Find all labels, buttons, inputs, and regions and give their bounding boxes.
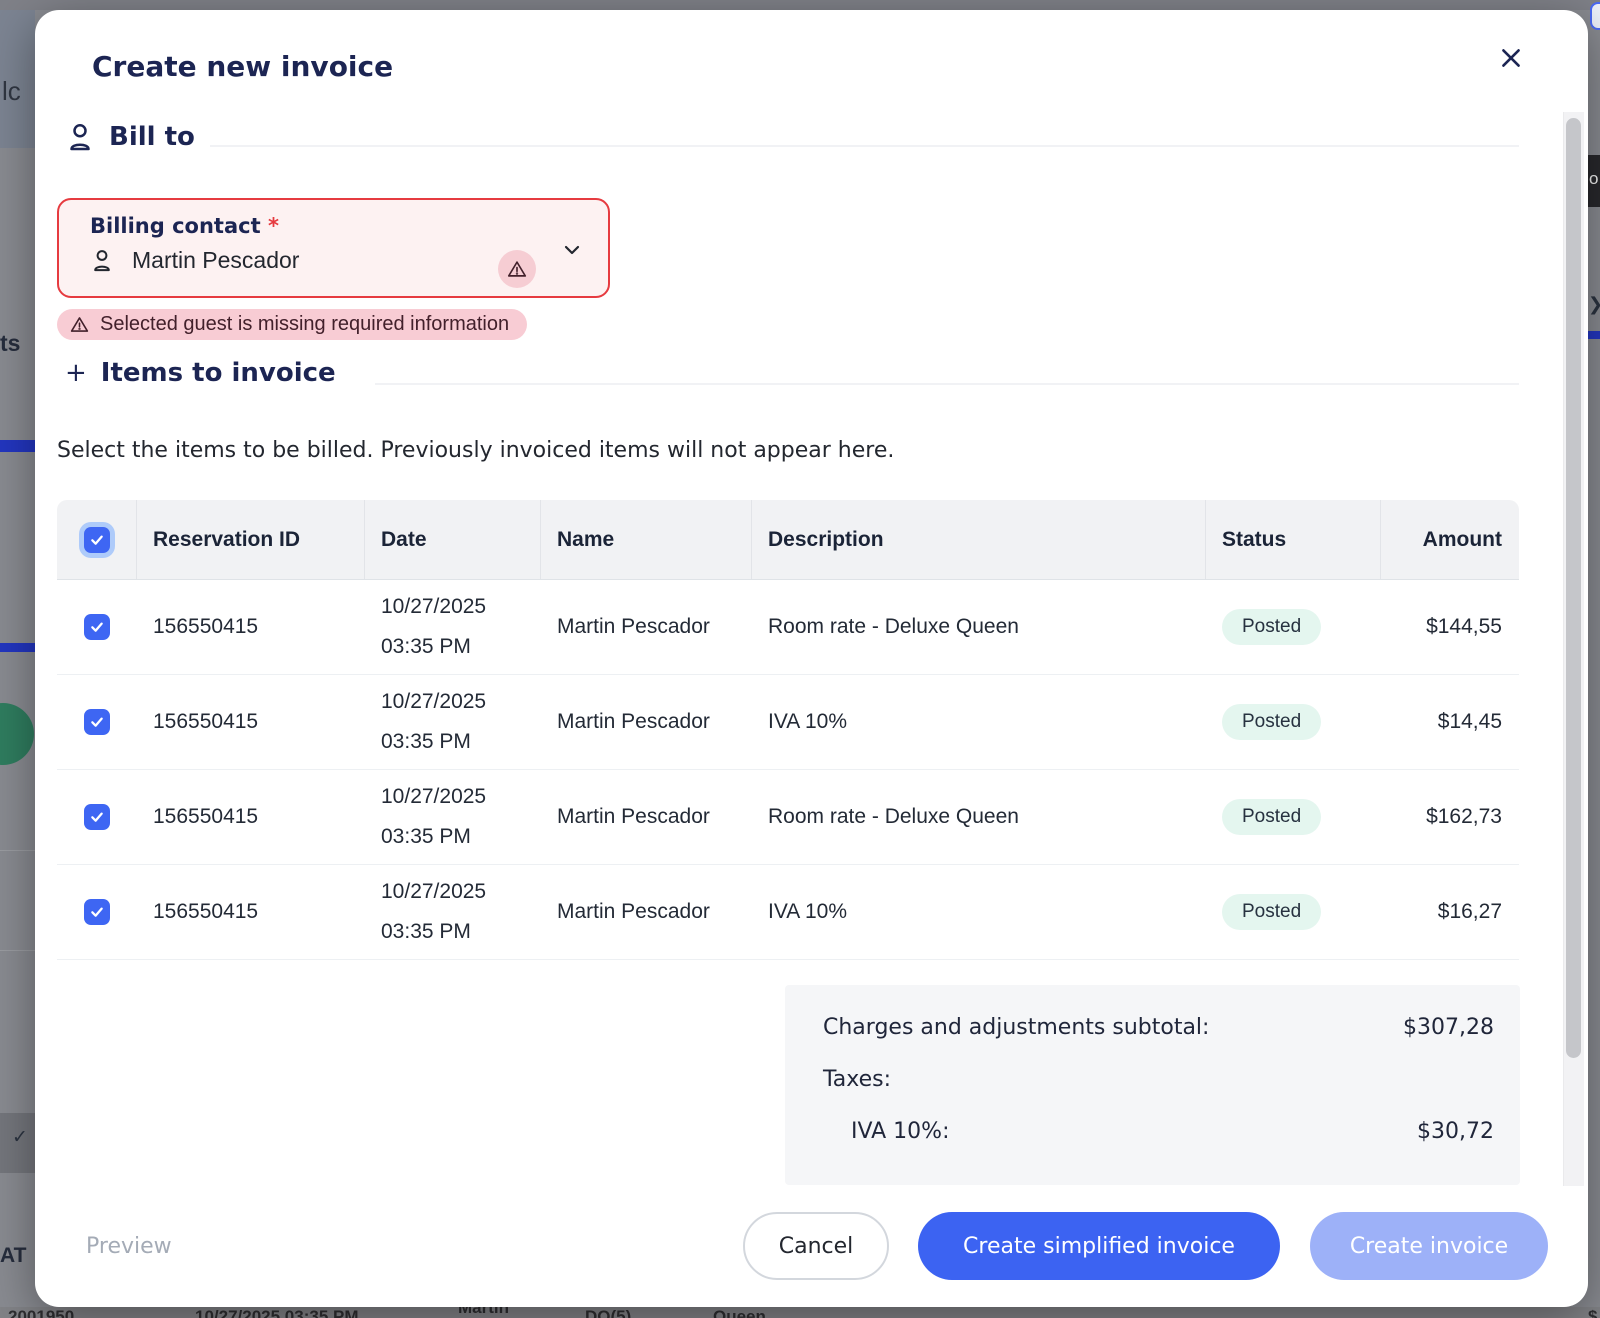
warning-icon: [498, 250, 536, 288]
background-cell: Queen: [713, 1307, 766, 1318]
billing-contact-label: Billing contact *: [90, 214, 588, 238]
plus-icon: +: [65, 358, 87, 388]
row-checkbox[interactable]: [84, 899, 110, 925]
background-tooltip-fragment: o: [1588, 155, 1600, 207]
reservation-id-cell: 156550415: [137, 865, 365, 959]
chevron-down-icon[interactable]: [560, 238, 584, 262]
table-row: 156550415 10/27/202503:35 PM Martin Pesc…: [57, 675, 1519, 770]
row-checkbox[interactable]: [84, 614, 110, 640]
reservation-id-cell: 156550415: [137, 580, 365, 674]
date-cell: 10/27/202503:35 PM: [365, 675, 541, 769]
name-cell: Martin Pescador: [541, 675, 752, 769]
create-simplified-invoice-button[interactable]: Create simplified invoice: [918, 1212, 1280, 1280]
column-header-date: Date: [365, 500, 541, 579]
select-all-checkbox[interactable]: [84, 527, 110, 553]
tax-line-label: IVA 10%:: [823, 1119, 949, 1144]
column-header-reservation-id: Reservation ID: [137, 500, 365, 579]
description-cell: IVA 10%: [752, 675, 1206, 769]
billing-contact-value: Martin Pescador: [132, 247, 299, 274]
background-divider: [0, 950, 35, 951]
background-cell: 10/27/2025 03:35 PM: [195, 1307, 359, 1318]
subtotal-label: Charges and adjustments subtotal:: [823, 1015, 1209, 1040]
background-icon-fragment: ❯: [1588, 294, 1600, 318]
table-row: 156550415 10/27/202503:35 PM Martin Pesc…: [57, 580, 1519, 675]
background-blue-bar: [1588, 331, 1600, 339]
preview-button[interactable]: Preview: [86, 1234, 172, 1259]
background-text-fragment: lc: [2, 76, 21, 107]
status-badge: Posted: [1222, 609, 1321, 645]
taxes-label: Taxes:: [823, 1067, 891, 1092]
items-table: Reservation ID Date Name Description Sta…: [57, 500, 1519, 960]
items-section-header: + Items to invoice: [65, 358, 336, 388]
date-cell: 10/27/202503:35 PM: [365, 865, 541, 959]
billing-contact-select[interactable]: Billing contact * Martin Pescador: [57, 198, 610, 298]
items-heading: Items to invoice: [101, 358, 336, 388]
date-cell: 10/27/202503:35 PM: [365, 580, 541, 674]
background-cell: 2001950: [8, 1307, 74, 1318]
description-cell: IVA 10%: [752, 865, 1206, 959]
background-checkmark-fragment: ✓: [12, 1126, 28, 1149]
background-divider: [0, 850, 35, 851]
description-cell: Room rate - Deluxe Queen: [752, 580, 1206, 674]
screen: lc ts ✓ AT o ❯ 2001950 10/27/2025 03:35 …: [0, 0, 1600, 1318]
warning-icon: [69, 314, 90, 335]
background-button-fragment: [1590, 2, 1600, 30]
items-helper-text: Select the items to be billed. Previousl…: [57, 438, 894, 463]
status-badge: Posted: [1222, 704, 1321, 740]
background-cell: DQ(5): [585, 1307, 631, 1318]
reservation-id-cell: 156550415: [137, 770, 365, 864]
section-divider: [375, 383, 1519, 385]
billing-contact-error: Selected guest is missing required infor…: [57, 309, 527, 340]
bill-to-section-header: Bill to: [65, 120, 195, 154]
bill-to-heading: Bill to: [109, 122, 195, 152]
amount-cell: $144,55: [1381, 580, 1519, 674]
close-button[interactable]: [1487, 34, 1535, 82]
background-cell: Martin: [458, 1307, 509, 1318]
table-header-row: Reservation ID Date Name Description Sta…: [57, 500, 1519, 580]
table-row: 156550415 10/27/202503:35 PM Martin Pesc…: [57, 770, 1519, 865]
table-row: 156550415 10/27/202503:35 PM Martin Pesc…: [57, 865, 1519, 960]
modal-title: Create new invoice: [92, 50, 393, 83]
subtotal-value: $307,28: [1403, 1015, 1494, 1040]
person-icon: [90, 247, 114, 274]
row-checkbox[interactable]: [84, 709, 110, 735]
status-badge: Posted: [1222, 894, 1321, 930]
date-cell: 10/27/202503:35 PM: [365, 770, 541, 864]
create-invoice-button[interactable]: Create invoice: [1310, 1212, 1548, 1280]
background-blue-bar: [0, 643, 35, 652]
column-header-description: Description: [752, 500, 1206, 579]
background-text-fragment: AT: [0, 1244, 26, 1268]
create-invoice-modal: Create new invoice Bill to Billing cont: [35, 10, 1588, 1307]
person-icon: [65, 120, 95, 154]
column-header-status: Status: [1206, 500, 1381, 579]
modal-scrollbar-thumb[interactable]: [1566, 118, 1581, 1058]
background-table-row-fragment: 2001950 10/27/2025 03:35 PM Martin DQ(5)…: [0, 1307, 1600, 1318]
close-icon: [1498, 45, 1524, 71]
background-text-fragment: ts: [0, 330, 20, 357]
cancel-button[interactable]: Cancel: [743, 1212, 889, 1280]
description-cell: Room rate - Deluxe Queen: [752, 770, 1206, 864]
status-badge: Posted: [1222, 799, 1321, 835]
row-checkbox[interactable]: [84, 804, 110, 830]
reservation-id-cell: 156550415: [137, 675, 365, 769]
name-cell: Martin Pescador: [541, 580, 752, 674]
background-cell: $: [1588, 1307, 1597, 1318]
column-header-name: Name: [541, 500, 752, 579]
background-overlay-top: [0, 0, 1600, 10]
column-header-amount: Amount: [1381, 500, 1519, 579]
tax-line-value: $30,72: [1417, 1119, 1494, 1144]
amount-cell: $14,45: [1381, 675, 1519, 769]
name-cell: Martin Pescador: [541, 770, 752, 864]
required-asterisk: *: [268, 214, 279, 238]
background-avatar-fragment: [0, 703, 34, 765]
amount-cell: $16,27: [1381, 865, 1519, 959]
error-message: Selected guest is missing required infor…: [100, 313, 509, 336]
invoice-summary: Charges and adjustments subtotal: $307,2…: [785, 985, 1520, 1185]
name-cell: Martin Pescador: [541, 865, 752, 959]
amount-cell: $162,73: [1381, 770, 1519, 864]
background-blue-bar: [0, 440, 35, 452]
section-divider: [210, 145, 1519, 147]
